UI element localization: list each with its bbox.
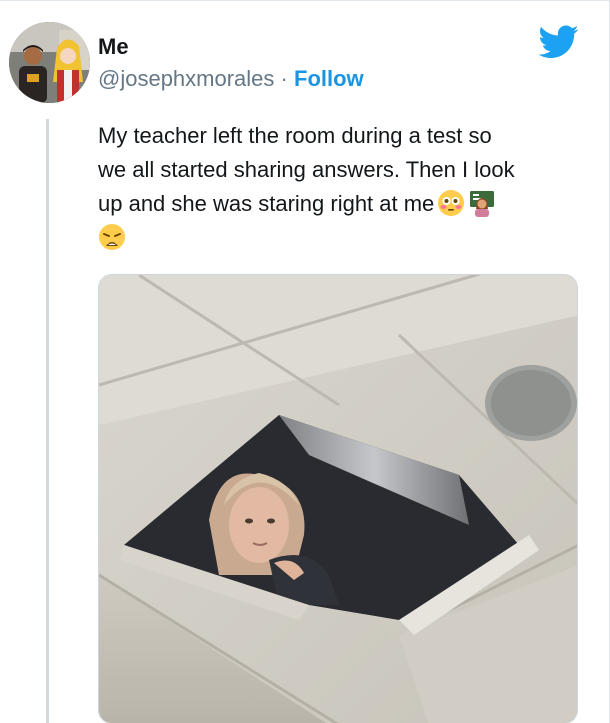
author-name[interactable]: Me: [98, 34, 129, 60]
avatar[interactable]: [9, 22, 90, 103]
handle-row: @josephxmorales · Follow: [98, 66, 364, 92]
tweet-text-line-3: up and she was staring right at me: [98, 191, 435, 216]
tweet-text: My teacher left the room during a test s…: [98, 119, 588, 255]
tweet-text-line-1: My teacher left the room during a test s…: [98, 123, 492, 148]
follow-link[interactable]: Follow: [294, 66, 364, 91]
author-handle[interactable]: @josephxmorales: [98, 66, 274, 91]
tweet-text-line-3-wrap: up and she was staring right at me: [98, 187, 588, 221]
flushed-face-emoji-icon: [437, 189, 465, 217]
tweet-photo[interactable]: [98, 274, 578, 723]
separator-dot: ·: [280, 66, 288, 91]
weary-face-emoji-icon: [98, 223, 126, 251]
tweet-text-line-4: [98, 221, 588, 255]
tweet-text-line-2: we all started sharing answers. Then I l…: [98, 157, 515, 182]
ceiling-photo: [99, 275, 577, 723]
tweet-card: Me @josephxmorales · Follow My teacher l…: [0, 0, 610, 723]
woman-teacher-emoji-icon: [468, 189, 496, 217]
thread-line: [46, 119, 49, 723]
avatar-photo: [9, 22, 90, 103]
twitter-bird-icon[interactable]: [538, 25, 579, 59]
